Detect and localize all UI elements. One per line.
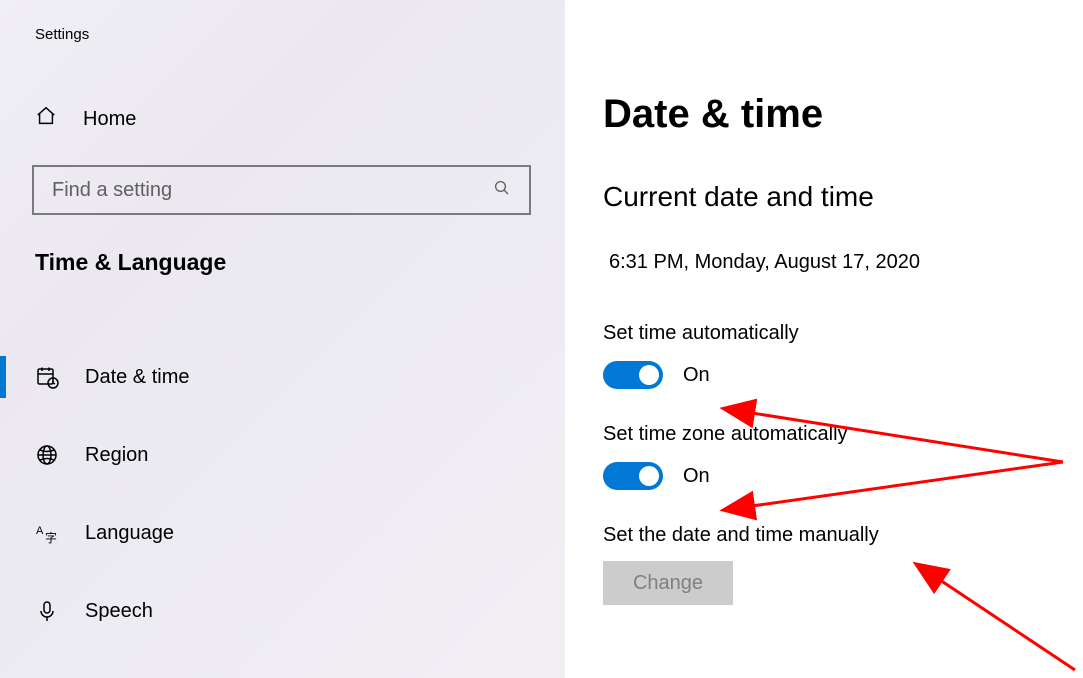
sidebar-item-language[interactable]: A 字 Language: [0, 494, 565, 572]
set-timezone-auto-state: On: [683, 465, 710, 488]
search-container: [32, 165, 531, 215]
sidebar-nav-list: Date & time Region A 字 Lang: [0, 338, 565, 650]
set-time-auto-state: On: [683, 364, 710, 387]
search-input[interactable]: [52, 179, 493, 202]
set-manual-label: Set the date and time manually: [603, 524, 1083, 547]
home-icon: [35, 105, 57, 133]
sidebar-item-date-time[interactable]: Date & time: [0, 338, 565, 416]
microphone-icon: [35, 599, 59, 623]
sidebar-item-region[interactable]: Region: [0, 416, 565, 494]
home-nav-item[interactable]: Home: [0, 105, 565, 133]
search-icon: [493, 179, 511, 202]
calendar-clock-icon: [35, 365, 59, 389]
globe-icon: [35, 443, 59, 467]
set-timezone-auto-label: Set time zone automatically: [603, 423, 1083, 446]
set-time-auto-row: On: [603, 361, 1083, 389]
page-title: Date & time: [603, 92, 1083, 137]
set-time-auto-toggle[interactable]: [603, 361, 663, 389]
set-timezone-auto-row: On: [603, 462, 1083, 490]
app-title: Settings: [0, 0, 565, 43]
svg-text:字: 字: [45, 530, 57, 545]
search-box[interactable]: [32, 165, 531, 215]
sidebar-item-label: Region: [85, 444, 148, 467]
sidebar-item-label: Speech: [85, 600, 153, 623]
sidebar-section-title: Time & Language: [0, 215, 565, 276]
sidebar-item-label: Date & time: [85, 366, 189, 389]
sidebar-item-label: Language: [85, 522, 174, 545]
current-datetime-value: 6:31 PM, Monday, August 17, 2020: [603, 251, 1083, 274]
svg-text:A: A: [36, 525, 44, 537]
change-button[interactable]: Change: [603, 561, 733, 605]
sidebar-item-speech[interactable]: Speech: [0, 572, 565, 650]
set-timezone-auto-toggle[interactable]: [603, 462, 663, 490]
home-label: Home: [83, 108, 136, 131]
sidebar: Settings Home Time & Language: [0, 0, 565, 678]
current-datetime-heading: Current date and time: [603, 181, 1083, 213]
set-time-auto-label: Set time automatically: [603, 322, 1083, 345]
language-icon: A 字: [35, 521, 59, 545]
main-panel: Date & time Current date and time 6:31 P…: [565, 0, 1083, 678]
